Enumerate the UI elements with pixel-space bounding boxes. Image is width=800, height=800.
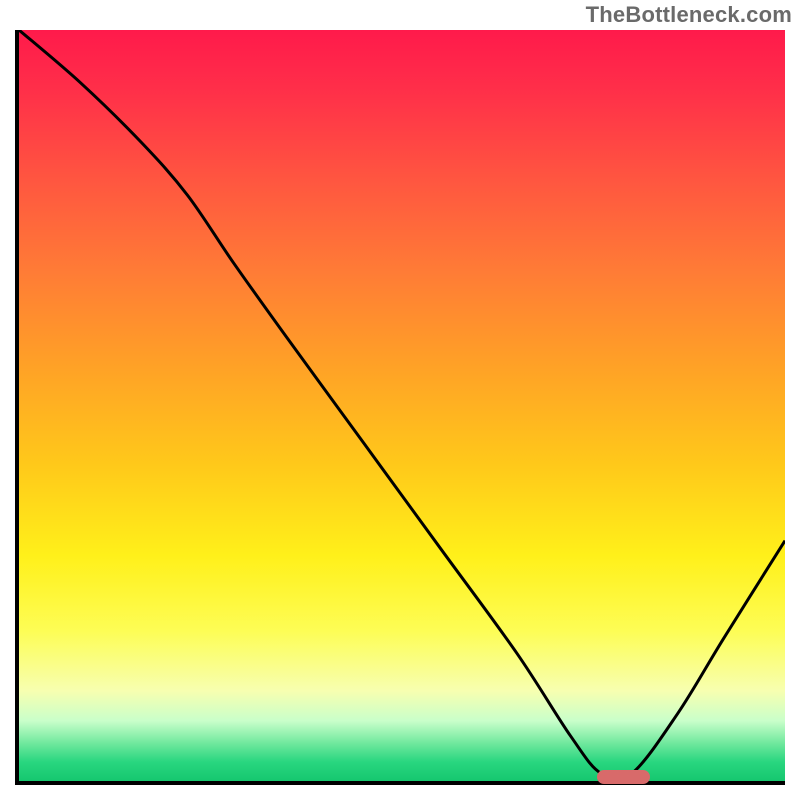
optimal-marker bbox=[597, 770, 651, 784]
watermark-text: TheBottleneck.com bbox=[586, 2, 792, 28]
chart-frame: TheBottleneck.com bbox=[0, 0, 800, 800]
plot-area bbox=[15, 30, 785, 785]
bottleneck-curve bbox=[19, 30, 785, 781]
